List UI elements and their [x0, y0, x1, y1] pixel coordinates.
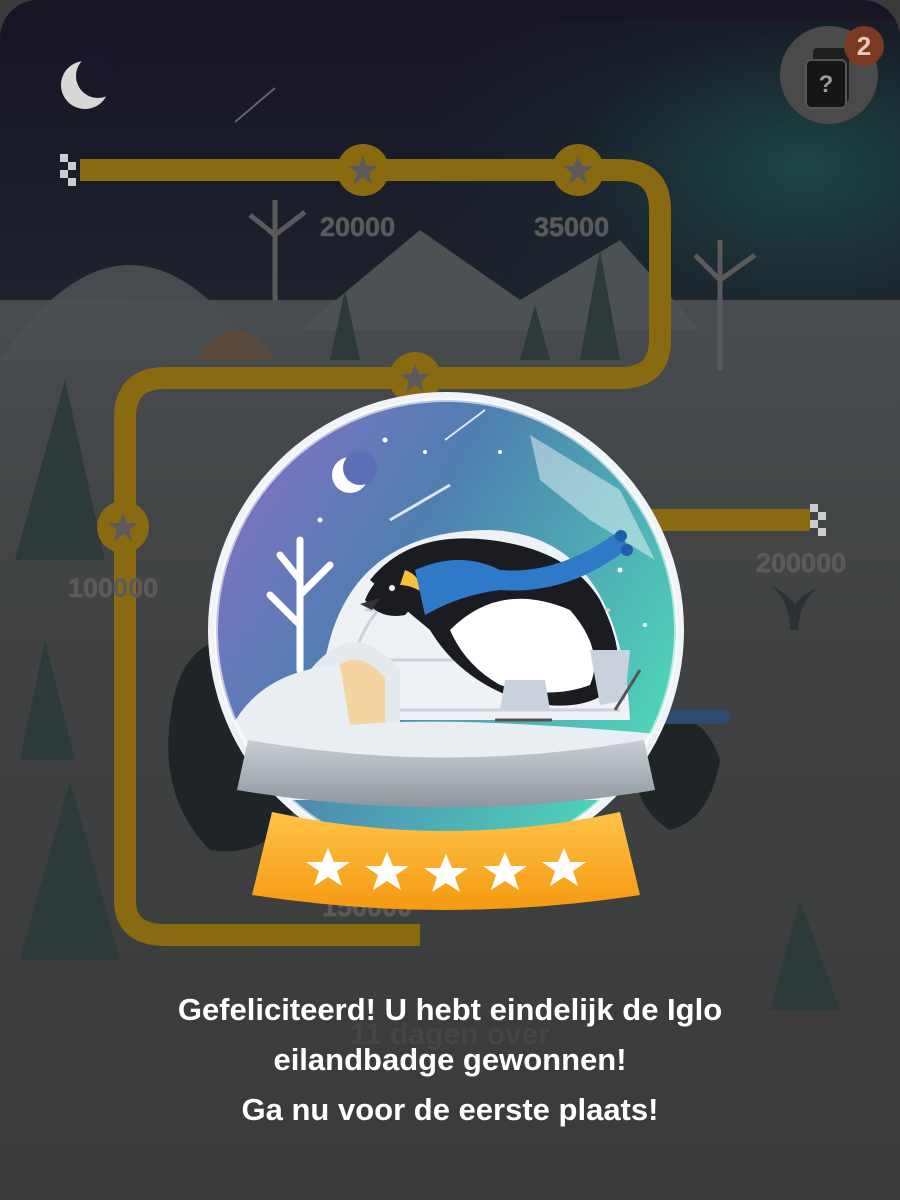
message-line: Gefeliciteerd! U hebt eindelijk de Iglo — [177, 992, 723, 1027]
game-screen: 20000 35000 100000 200000 150000 11 dage… — [0, 0, 900, 1200]
notification-badge: 2 — [844, 26, 884, 66]
background-igloo — [0, 265, 275, 360]
iglo-badge-snowglobe — [208, 392, 684, 910]
question-mark-glyph: ? — [819, 71, 834, 98]
whale-tail — [770, 585, 818, 630]
shooting-star — [234, 87, 276, 123]
moon-icon — [61, 54, 120, 109]
message-line: eilandbadge gewonnen! — [273, 1042, 627, 1077]
milestone-label: 35000 — [534, 212, 610, 242]
milestone-label: 20000 — [320, 212, 396, 242]
congratulations-message: Gefeliciteerd! U hebt eindelijk de Iglo … — [60, 985, 840, 1135]
milestone-label: 200000 — [756, 548, 847, 578]
message-line: Ga nu voor de eerste plaats! — [241, 1092, 659, 1127]
milestone-label: 100000 — [68, 573, 159, 603]
mountains — [300, 230, 700, 330]
